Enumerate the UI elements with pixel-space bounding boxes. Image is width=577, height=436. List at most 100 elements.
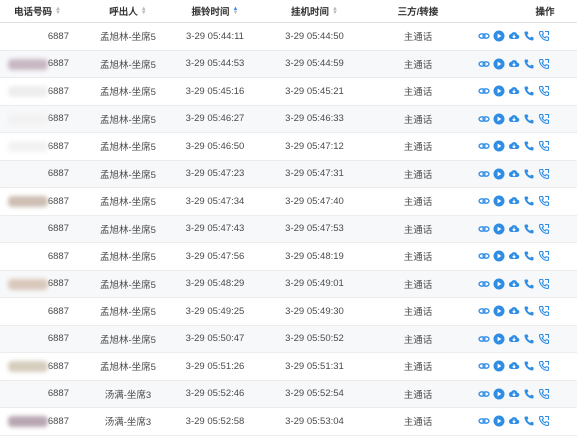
phone-cell: 6887 bbox=[0, 51, 75, 78]
cloud-download-icon[interactable] bbox=[508, 113, 520, 125]
phone-transfer-icon[interactable] bbox=[538, 250, 550, 262]
play-icon[interactable] bbox=[493, 305, 505, 317]
play-icon[interactable] bbox=[493, 278, 505, 290]
phone-transfer-icon[interactable] bbox=[538, 360, 550, 372]
play-icon[interactable] bbox=[493, 30, 505, 42]
cloud-download-icon[interactable] bbox=[508, 58, 520, 70]
link-icon[interactable] bbox=[478, 223, 490, 235]
play-icon[interactable] bbox=[493, 415, 505, 427]
phone-icon[interactable] bbox=[523, 360, 535, 372]
play-icon[interactable] bbox=[493, 388, 505, 400]
column-header-hangup-time[interactable]: 挂机时间 ▲ ▼ bbox=[272, 0, 357, 22]
call-type: 主通话 bbox=[403, 362, 433, 374]
phone-transfer-icon[interactable] bbox=[538, 305, 550, 317]
link-icon[interactable] bbox=[478, 140, 490, 152]
link-icon[interactable] bbox=[478, 113, 490, 125]
phone-transfer-icon[interactable] bbox=[538, 168, 550, 180]
column-header-phone[interactable]: 电话号码 ▲ ▼ bbox=[0, 0, 75, 22]
phone-transfer-icon[interactable] bbox=[538, 278, 550, 290]
phone-cell: 6887 bbox=[0, 271, 75, 298]
phone-icon[interactable] bbox=[523, 305, 535, 317]
link-icon[interactable] bbox=[478, 58, 490, 70]
cloud-download-icon[interactable] bbox=[508, 278, 520, 290]
phone-icon[interactable] bbox=[523, 113, 535, 125]
cloud-download-icon[interactable] bbox=[508, 168, 520, 180]
sort-icon[interactable]: ▲ ▼ bbox=[332, 6, 338, 16]
link-icon[interactable] bbox=[478, 85, 490, 97]
play-icon[interactable] bbox=[493, 140, 505, 152]
link-icon[interactable] bbox=[478, 305, 490, 317]
phone-transfer-icon[interactable] bbox=[538, 415, 550, 427]
phone-transfer-icon[interactable] bbox=[538, 85, 550, 97]
phone-number: 6887 bbox=[47, 30, 69, 42]
cloud-download-icon[interactable] bbox=[508, 223, 520, 235]
caller-cell: 孟旭林-坐席5 bbox=[88, 271, 168, 298]
cloud-download-icon[interactable] bbox=[508, 85, 520, 97]
column-header-actions: 操作 bbox=[535, 7, 555, 18]
phone-transfer-icon[interactable] bbox=[538, 388, 550, 400]
play-icon[interactable] bbox=[493, 360, 505, 372]
link-icon[interactable] bbox=[478, 388, 490, 400]
phone-transfer-icon[interactable] bbox=[538, 140, 550, 152]
play-icon[interactable] bbox=[493, 195, 505, 207]
phone-transfer-icon[interactable] bbox=[538, 195, 550, 207]
caller-cell: 汤满-坐席3 bbox=[88, 381, 168, 408]
phone-icon[interactable] bbox=[523, 250, 535, 262]
phone-icon[interactable] bbox=[523, 58, 535, 70]
phone-icon[interactable] bbox=[523, 140, 535, 152]
play-icon[interactable] bbox=[493, 250, 505, 262]
cloud-download-icon[interactable] bbox=[508, 415, 520, 427]
phone-icon[interactable] bbox=[523, 333, 535, 345]
link-icon[interactable] bbox=[478, 168, 490, 180]
column-header-ring-time[interactable]: 振铃时间 ▲ ▼ bbox=[175, 0, 255, 22]
caller-name: 孟旭林-坐席5 bbox=[100, 307, 156, 319]
cloud-download-icon[interactable] bbox=[508, 30, 520, 42]
cloud-download-icon[interactable] bbox=[508, 388, 520, 400]
phone-icon[interactable] bbox=[523, 223, 535, 235]
link-icon[interactable] bbox=[478, 415, 490, 427]
cloud-download-icon[interactable] bbox=[508, 250, 520, 262]
phone-cell: 6887 bbox=[0, 408, 75, 435]
cloud-download-icon[interactable] bbox=[508, 305, 520, 317]
table-row: 6887 孟旭林-坐席5 3-29 05:46:27 3-29 05:46:33… bbox=[0, 105, 577, 133]
play-icon[interactable] bbox=[493, 333, 505, 345]
cloud-download-icon[interactable] bbox=[508, 333, 520, 345]
link-icon[interactable] bbox=[478, 333, 490, 345]
redacted-phone-mask bbox=[8, 141, 48, 152]
column-header-caller[interactable]: 呼出人 ▲ ▼ bbox=[88, 0, 168, 22]
phone-icon[interactable] bbox=[523, 30, 535, 42]
phone-transfer-icon[interactable] bbox=[538, 113, 550, 125]
phone-transfer-icon[interactable] bbox=[538, 223, 550, 235]
phone-transfer-icon[interactable] bbox=[538, 333, 550, 345]
ring-time-cell: 3-29 05:47:56 bbox=[175, 243, 255, 270]
cloud-download-icon[interactable] bbox=[508, 140, 520, 152]
phone-icon[interactable] bbox=[523, 195, 535, 207]
phone-icon[interactable] bbox=[523, 388, 535, 400]
cloud-download-icon[interactable] bbox=[508, 360, 520, 372]
play-icon[interactable] bbox=[493, 223, 505, 235]
call-type-cell: 主通话 bbox=[378, 78, 458, 105]
sort-icon[interactable]: ▲ ▼ bbox=[141, 6, 147, 16]
ring-time-cell: 3-29 05:52:58 bbox=[175, 408, 255, 435]
phone-icon[interactable] bbox=[523, 278, 535, 290]
play-icon[interactable] bbox=[493, 113, 505, 125]
phone-icon[interactable] bbox=[523, 415, 535, 427]
link-icon[interactable] bbox=[478, 360, 490, 372]
phone-icon[interactable] bbox=[523, 85, 535, 97]
ring-time-cell: 3-29 05:49:25 bbox=[175, 298, 255, 325]
play-icon[interactable] bbox=[493, 168, 505, 180]
link-icon[interactable] bbox=[478, 250, 490, 262]
link-icon[interactable] bbox=[478, 195, 490, 207]
cloud-download-icon[interactable] bbox=[508, 195, 520, 207]
phone-transfer-icon[interactable] bbox=[538, 58, 550, 70]
phone-icon[interactable] bbox=[523, 168, 535, 180]
actions-cell bbox=[478, 381, 577, 408]
play-icon[interactable] bbox=[493, 85, 505, 97]
sort-icon[interactable]: ▲ ▼ bbox=[55, 6, 61, 16]
link-icon[interactable] bbox=[478, 278, 490, 290]
phone-transfer-icon[interactable] bbox=[538, 30, 550, 42]
sort-ascending-icon[interactable]: ▲ ▼ bbox=[233, 6, 239, 16]
phone-number: 6887 bbox=[47, 360, 69, 372]
play-icon[interactable] bbox=[493, 58, 505, 70]
link-icon[interactable] bbox=[478, 30, 490, 42]
